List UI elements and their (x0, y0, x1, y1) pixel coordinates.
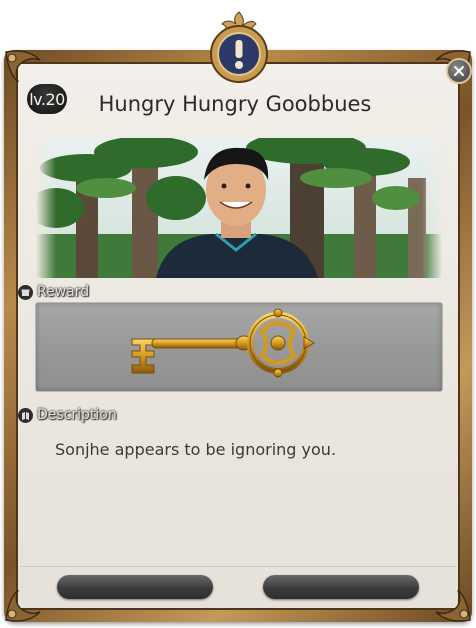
reward-section-label: Reward (18, 284, 89, 300)
quest-title: Hungry Hungry Goobbues (98, 92, 372, 116)
description-section-label: Description (18, 407, 117, 423)
reward-icon (18, 284, 33, 300)
ornament-corner-icon (0, 570, 56, 626)
quest-banner-image (36, 138, 442, 278)
reward-label: Reward (37, 284, 90, 300)
close-icon (454, 66, 464, 76)
divider (20, 566, 456, 567)
description-text: Sonjhe appears to be ignoring you. (55, 440, 337, 459)
book-icon (18, 407, 33, 423)
description-label: Description (37, 407, 117, 423)
right-action-button[interactable] (263, 575, 419, 599)
level-badge: lv.20 (27, 84, 67, 114)
golden-key-icon[interactable] (126, 307, 316, 383)
reward-box (35, 302, 443, 392)
ornament-corner-icon (420, 570, 476, 626)
exclamation-emblem-icon (206, 10, 272, 84)
close-button[interactable] (446, 58, 472, 84)
left-action-button[interactable] (57, 575, 213, 599)
